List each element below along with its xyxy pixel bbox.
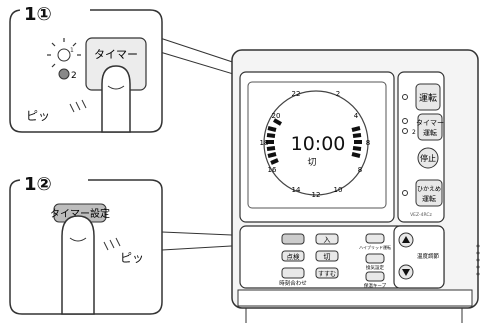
timer-lamp-1	[402, 118, 408, 124]
dial-number: 8	[358, 166, 362, 174]
dial-number: 14	[292, 186, 301, 194]
right-button-column: 運転 2 タイマー 運転 停止 ひかえめ 運転 VEZ-4RCz	[397, 71, 445, 223]
hybrid-button[interactable]	[365, 233, 385, 244]
dial-number: 10	[334, 186, 343, 194]
dial-number: 16	[268, 166, 277, 174]
status-off-text: 切	[307, 157, 316, 168]
finger-icon	[61, 215, 95, 315]
run-button-label: 運転	[419, 93, 437, 104]
finger-icon	[101, 65, 131, 133]
dial-number: 2	[336, 90, 340, 98]
beep-sound-text: ピッ	[26, 109, 50, 123]
beep-sound-text: ピッ	[120, 251, 144, 265]
eco-run-label-bottom: 運転	[422, 194, 436, 203]
eco-run-label-top: ひかえめ	[417, 186, 441, 193]
hybrid-label: ハイブリッド運転	[359, 244, 391, 250]
dial-number: 4	[354, 112, 359, 120]
step-number-1-2: 1②	[24, 174, 52, 195]
model-number: VEZ-4RCz	[410, 212, 432, 218]
svg-text:1: 1	[70, 47, 74, 54]
lamp-2-mark: 2	[71, 71, 77, 81]
off-button-label: 切	[324, 253, 331, 261]
keep-warm-button[interactable]	[365, 271, 385, 282]
keep-warm-label: 保温キープ	[364, 282, 387, 289]
timer-set-button[interactable]	[281, 233, 305, 245]
entry-button-label: 入	[324, 236, 331, 244]
timer-lamp-2	[402, 128, 408, 134]
step-number-1-1: 1①	[24, 4, 52, 25]
callout-step-1-2: 1② タイマー設定 ピッ	[9, 172, 163, 315]
callout-step-1-1: 1① 1 2 タイマー 運転 ピッ	[9, 4, 163, 133]
temp-label: 温度調節	[417, 252, 440, 260]
lamp-2-icon	[58, 68, 70, 80]
zoom-timer-label-top: タイマー	[94, 48, 138, 61]
time-set-button[interactable]	[281, 267, 305, 279]
ventilation-label: 換気設定	[366, 264, 384, 271]
dial-number: 8	[366, 139, 370, 147]
lamp-mark: 2	[412, 129, 416, 136]
clock-time: 10:00	[291, 133, 346, 155]
advance-button-label: すすむ	[318, 271, 336, 278]
timer-run-label-bottom: 運転	[423, 128, 437, 137]
timer-run-label-top: タイマー	[416, 118, 444, 127]
dial-number: 12	[312, 191, 321, 199]
dial-number: 20	[272, 112, 281, 120]
stop-button-label: 停止	[420, 153, 436, 163]
dial-number: 18	[260, 139, 269, 147]
dial-number: 22	[292, 90, 301, 98]
timer-setting-diagram: 22 2 20 4 18 8 16 8 14 12 10 10:00 切 運転 …	[9, 4, 480, 323]
ventilation-button[interactable]	[365, 253, 385, 264]
time-set-label: 時刻合わせ	[279, 279, 307, 287]
inspect-button-label: 点検	[287, 252, 301, 261]
remote-controller: 22 2 20 4 18 8 16 8 14 12 10 10:00 切 運転 …	[231, 49, 480, 323]
